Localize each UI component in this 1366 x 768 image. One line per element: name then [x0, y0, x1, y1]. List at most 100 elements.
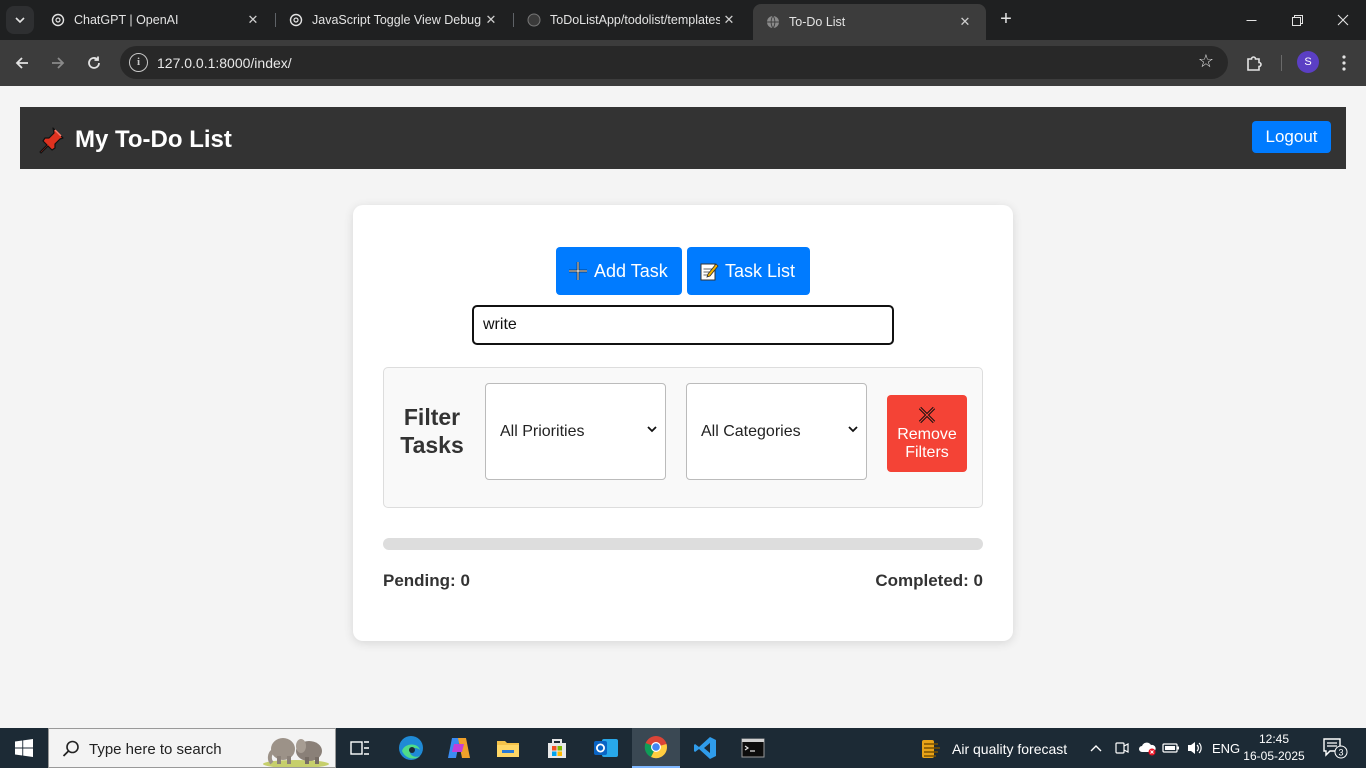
- add-task-label: Add Task: [594, 260, 668, 281]
- taskbar-clock[interactable]: 12:45 16-05-2025: [1236, 731, 1312, 765]
- close-icon[interactable]: ✕: [956, 14, 974, 30]
- taskbar-outlook[interactable]: [582, 728, 630, 768]
- tab-chatgpt[interactable]: ChatGPT | OpenAI ✕: [38, 4, 274, 36]
- taskbar-edge[interactable]: [387, 728, 435, 768]
- plus-icon: [568, 261, 588, 281]
- view-toggle-buttons: Add Task Task List: [556, 247, 810, 295]
- reload-icon: [88, 56, 100, 69]
- chrome-icon: [644, 736, 667, 759]
- tray-meet-now[interactable]: [1114, 728, 1130, 768]
- task-view-icon: [350, 741, 369, 755]
- chevron-up-icon: [1090, 745, 1102, 752]
- chevron-down-icon: [15, 16, 25, 23]
- edge-icon: [399, 736, 423, 760]
- bookmark-star-icon[interactable]: ☆: [1198, 51, 1214, 72]
- new-tab-button[interactable]: +: [994, 7, 1018, 31]
- app-header: My To-Do List Logout: [20, 107, 1346, 169]
- progress-bar: [383, 538, 983, 550]
- notification-icon: 3: [1323, 738, 1348, 759]
- tab-search-button[interactable]: [6, 6, 34, 34]
- task-list-label: Task List: [725, 260, 796, 281]
- profile-avatar[interactable]: S: [1297, 51, 1319, 73]
- app-title: My To-Do List: [36, 125, 232, 155]
- vscode-icon: [694, 737, 716, 759]
- reload-button[interactable]: [80, 49, 108, 77]
- battery-icon: [1162, 743, 1179, 753]
- start-button[interactable]: [0, 728, 48, 768]
- pending-count: Pending: 0: [383, 571, 470, 590]
- air-quality-icon: [922, 740, 940, 758]
- browser-toolbar: i 127.0.0.1:8000/index/ ☆ S: [0, 40, 1366, 86]
- filter-panel: Filter Tasks All Priorities All Categori…: [383, 367, 983, 508]
- notification-center-button[interactable]: 3: [1322, 737, 1348, 764]
- openai-icon: [288, 12, 304, 28]
- taskbar-file-explorer[interactable]: [484, 728, 532, 768]
- minimize-icon: [1246, 19, 1256, 21]
- tray-onedrive[interactable]: [1138, 728, 1158, 768]
- browser-tab-strip: ChatGPT | OpenAI ✕ JavaScript Toggle Vie…: [0, 0, 1366, 40]
- folder-icon: [497, 741, 519, 757]
- address-bar[interactable]: i 127.0.0.1:8000/index/ ☆: [120, 46, 1228, 79]
- tab-title: ChatGPT | OpenAI: [74, 13, 179, 27]
- back-button[interactable]: [8, 49, 36, 77]
- site-info-icon[interactable]: i: [129, 53, 148, 72]
- chevron-down-icon: [848, 426, 858, 433]
- taskbar-search-box[interactable]: Type here to search: [48, 728, 336, 768]
- close-window-button[interactable]: [1320, 0, 1366, 40]
- logout-button[interactable]: Logout: [1252, 121, 1331, 153]
- close-icon: [1337, 14, 1349, 26]
- restore-icon: [1291, 14, 1303, 26]
- clock-time: 12:45: [1258, 732, 1290, 746]
- elephant-illustration-icon: [263, 738, 329, 767]
- forward-button[interactable]: [44, 49, 72, 77]
- tray-battery[interactable]: [1162, 728, 1180, 768]
- taskbar-copilot[interactable]: [435, 728, 483, 768]
- clock-date: 16-05-2025: [1243, 749, 1305, 763]
- filter-heading-line1: Filter: [403, 404, 461, 430]
- extensions-button[interactable]: [1240, 49, 1268, 77]
- search-icon: [62, 740, 79, 757]
- tray-volume[interactable]: [1186, 728, 1204, 768]
- close-icon[interactable]: ✕: [244, 12, 262, 28]
- taskbar-vscode[interactable]: [681, 728, 729, 768]
- close-icon[interactable]: ✕: [482, 12, 500, 28]
- tab-title: ToDoListApp/todolist/templates: [550, 13, 720, 27]
- category-selected-value: All Categories: [701, 422, 801, 440]
- weather-widget[interactable]: Air quality forecast: [920, 738, 1067, 760]
- openai-icon: [50, 12, 66, 28]
- camera-icon: [1115, 742, 1129, 754]
- priority-selected-value: All Priorities: [500, 422, 585, 440]
- page-content: My To-Do List Logout Add Task Task List …: [0, 86, 1366, 728]
- store-icon: [548, 739, 566, 758]
- browser-menu-button[interactable]: [1330, 49, 1358, 77]
- restore-button[interactable]: [1274, 0, 1320, 40]
- tab-todo-list[interactable]: To-Do List ✕: [753, 4, 986, 40]
- close-icon[interactable]: ✕: [720, 12, 738, 28]
- task-view-button[interactable]: [336, 728, 384, 768]
- terminal-icon: [741, 738, 765, 758]
- show-hidden-icons[interactable]: [1090, 728, 1102, 768]
- minimize-button[interactable]: [1228, 0, 1274, 40]
- remove-filters-line1: Remove: [897, 426, 957, 443]
- arrow-right-icon: [52, 57, 65, 69]
- chevron-down-icon: [647, 426, 657, 433]
- remove-filters-line2: Filters: [905, 444, 949, 461]
- taskbar-store[interactable]: [533, 728, 581, 768]
- url-text[interactable]: 127.0.0.1:8000/index/: [157, 55, 292, 71]
- category-select[interactable]: All Categories: [686, 383, 867, 480]
- filter-heading-line2: Tasks: [400, 432, 464, 458]
- task-list-button[interactable]: Task List: [687, 247, 810, 295]
- tab-javascript-debug[interactable]: JavaScript Toggle View Debug ✕: [276, 4, 512, 36]
- remove-filters-button[interactable]: Remove Filters: [887, 395, 967, 472]
- tab-github-templates[interactable]: ToDoListApp/todolist/templates ✕: [514, 4, 750, 36]
- todo-card: Add Task Task List Filter Tasks All Prio…: [353, 205, 1013, 641]
- task-search-input[interactable]: [472, 305, 894, 345]
- filter-heading: Filter Tasks: [394, 403, 470, 459]
- add-task-button[interactable]: Add Task: [556, 247, 682, 295]
- taskbar-chrome[interactable]: [632, 728, 680, 768]
- priority-select[interactable]: All Priorities: [485, 383, 666, 480]
- speaker-icon: [1188, 742, 1202, 754]
- tab-title: To-Do List: [789, 15, 846, 29]
- taskbar-terminal[interactable]: [729, 728, 777, 768]
- puzzle-icon: [1247, 56, 1262, 71]
